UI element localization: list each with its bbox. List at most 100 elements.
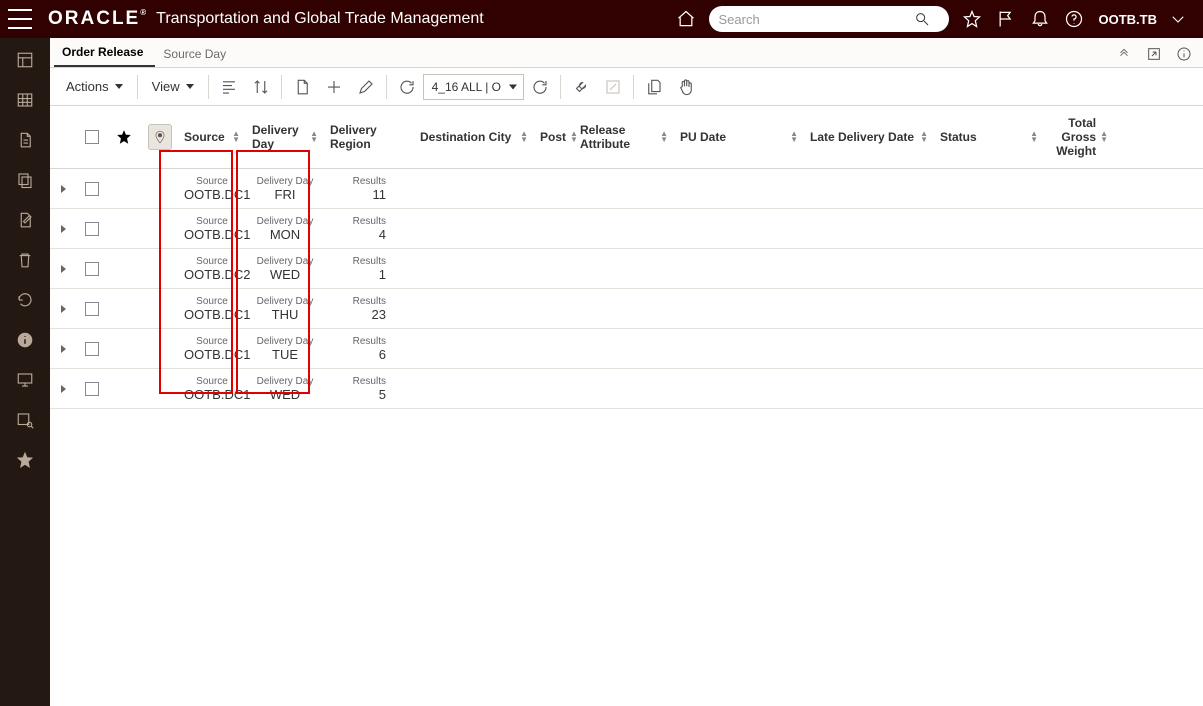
- apply-layout-icon[interactable]: [524, 72, 556, 102]
- edit-pencil-icon[interactable]: [350, 72, 382, 102]
- table-icon[interactable]: [15, 90, 35, 110]
- grid: Source Delivery Day Delivery Region Dest…: [50, 106, 1203, 706]
- brand-logo: ORACLE®: [48, 8, 148, 30]
- main-content: Order Release Source Day Actions View 4_…: [50, 38, 1203, 706]
- query-icon[interactable]: [15, 410, 35, 430]
- search-icon[interactable]: [910, 7, 934, 31]
- row-checkbox[interactable]: [78, 209, 106, 248]
- cell-source: Source OOTB.DC2: [178, 249, 246, 288]
- global-search[interactable]: [709, 6, 949, 32]
- export-icon[interactable]: [1145, 45, 1163, 63]
- user-label[interactable]: OOTB.TB: [1099, 12, 1158, 27]
- col-location[interactable]: [142, 106, 178, 168]
- pan-hand-icon[interactable]: [670, 72, 702, 102]
- saved-layout-select[interactable]: 4_16 ALL | O: [423, 74, 524, 100]
- expand-toggle[interactable]: [50, 289, 78, 328]
- tab-order-release[interactable]: Order Release: [54, 39, 155, 67]
- cell-results: Results 6: [324, 329, 392, 368]
- row-checkbox[interactable]: [78, 289, 106, 328]
- cell-delivery-day: Delivery Day WED: [246, 249, 324, 288]
- cell-source: Source OOTB.DC1: [178, 329, 246, 368]
- add-icon[interactable]: [318, 72, 350, 102]
- col-delivery-region[interactable]: Delivery Region: [324, 106, 414, 168]
- info-icon[interactable]: [15, 330, 35, 350]
- col-status[interactable]: Status: [934, 106, 1044, 168]
- row-loc-placeholder: [142, 289, 178, 328]
- col-delivery-day[interactable]: Delivery Day: [246, 106, 324, 168]
- group-row[interactable]: Source OOTB.DC1 Delivery Day THU Results…: [50, 289, 1203, 329]
- row-loc-placeholder: [142, 249, 178, 288]
- user-menu-chevron-icon[interactable]: [1166, 7, 1190, 31]
- row-fav-placeholder: [106, 249, 142, 288]
- compose-icon: [597, 72, 629, 102]
- expand-toggle[interactable]: [50, 329, 78, 368]
- row-fav-placeholder: [106, 289, 142, 328]
- refresh-grid-icon[interactable]: [391, 72, 423, 102]
- col-release-attribute[interactable]: Release Attribute: [574, 106, 674, 168]
- edit-doc-icon[interactable]: [15, 210, 35, 230]
- group-row[interactable]: Source OOTB.DC2 Delivery Day WED Results…: [50, 249, 1203, 289]
- app-title: Transportation and Global Trade Manageme…: [156, 10, 484, 28]
- row-checkbox[interactable]: [78, 369, 106, 408]
- home-icon[interactable]: [674, 7, 698, 31]
- col-select-all[interactable]: [78, 106, 106, 168]
- global-header: ORACLE® Transportation and Global Trade …: [0, 0, 1203, 38]
- duplicate-icon[interactable]: [638, 72, 670, 102]
- col-pu-date[interactable]: PU Date: [674, 106, 804, 168]
- nav-menu-button[interactable]: [8, 9, 32, 29]
- cell-delivery-day: Delivery Day THU: [246, 289, 324, 328]
- cell-results: Results 1: [324, 249, 392, 288]
- favorite-star-icon[interactable]: [960, 7, 984, 31]
- favorites-nav-icon[interactable]: [15, 450, 35, 470]
- group-row[interactable]: Source OOTB.DC1 Delivery Day FRI Results…: [50, 169, 1203, 209]
- col-post[interactable]: Post: [534, 106, 574, 168]
- monitor-icon[interactable]: [15, 370, 35, 390]
- collapse-icon[interactable]: [1115, 45, 1133, 63]
- row-fav-placeholder: [106, 209, 142, 248]
- trash-icon[interactable]: [15, 250, 35, 270]
- reorder-icon[interactable]: [245, 72, 277, 102]
- search-input[interactable]: [719, 12, 905, 27]
- format-icon[interactable]: [213, 72, 245, 102]
- new-doc-icon[interactable]: [286, 72, 318, 102]
- expand-toggle[interactable]: [50, 369, 78, 408]
- cell-delivery-day: Delivery Day MON: [246, 209, 324, 248]
- help-icon[interactable]: [1062, 7, 1086, 31]
- row-checkbox[interactable]: [78, 169, 106, 208]
- document-icon[interactable]: [15, 130, 35, 150]
- row-fav-placeholder: [106, 329, 142, 368]
- left-nav-rail: [0, 38, 50, 706]
- col-destination-city[interactable]: Destination City: [414, 106, 534, 168]
- group-row[interactable]: Source OOTB.DC1 Delivery Day MON Results…: [50, 209, 1203, 249]
- actions-menu[interactable]: Actions: [56, 73, 133, 100]
- row-checkbox[interactable]: [78, 249, 106, 288]
- wrench-icon[interactable]: [565, 72, 597, 102]
- expand-toggle[interactable]: [50, 209, 78, 248]
- row-loc-placeholder: [142, 169, 178, 208]
- cell-results: Results 5: [324, 369, 392, 408]
- cell-results: Results 23: [324, 289, 392, 328]
- flag-icon[interactable]: [994, 7, 1018, 31]
- info-small-icon[interactable]: [1175, 45, 1193, 63]
- refresh-icon[interactable]: [15, 290, 35, 310]
- view-menu[interactable]: View: [142, 73, 204, 100]
- bell-icon[interactable]: [1028, 7, 1052, 31]
- row-checkbox[interactable]: [78, 329, 106, 368]
- workbench-icon[interactable]: [15, 50, 35, 70]
- cell-results: Results 4: [324, 209, 392, 248]
- group-row[interactable]: Source OOTB.DC1 Delivery Day TUE Results…: [50, 329, 1203, 369]
- tab-source-day[interactable]: Source Day: [155, 41, 238, 67]
- cell-delivery-day: Delivery Day TUE: [246, 329, 324, 368]
- cell-source: Source OOTB.DC1: [178, 369, 246, 408]
- col-late-delivery-date[interactable]: Late Delivery Date: [804, 106, 934, 168]
- col-total-gross-weight[interactable]: Total Gross Weight: [1044, 106, 1114, 168]
- expand-toggle[interactable]: [50, 169, 78, 208]
- copy-icon[interactable]: [15, 170, 35, 190]
- expand-toggle[interactable]: [50, 249, 78, 288]
- group-row[interactable]: Source OOTB.DC1 Delivery Day WED Results…: [50, 369, 1203, 409]
- col-source[interactable]: Source: [178, 106, 246, 168]
- cell-source: Source OOTB.DC1: [178, 289, 246, 328]
- col-favorite[interactable]: [106, 106, 142, 168]
- row-loc-placeholder: [142, 329, 178, 368]
- breadcrumb: Order Release Source Day: [50, 38, 1203, 68]
